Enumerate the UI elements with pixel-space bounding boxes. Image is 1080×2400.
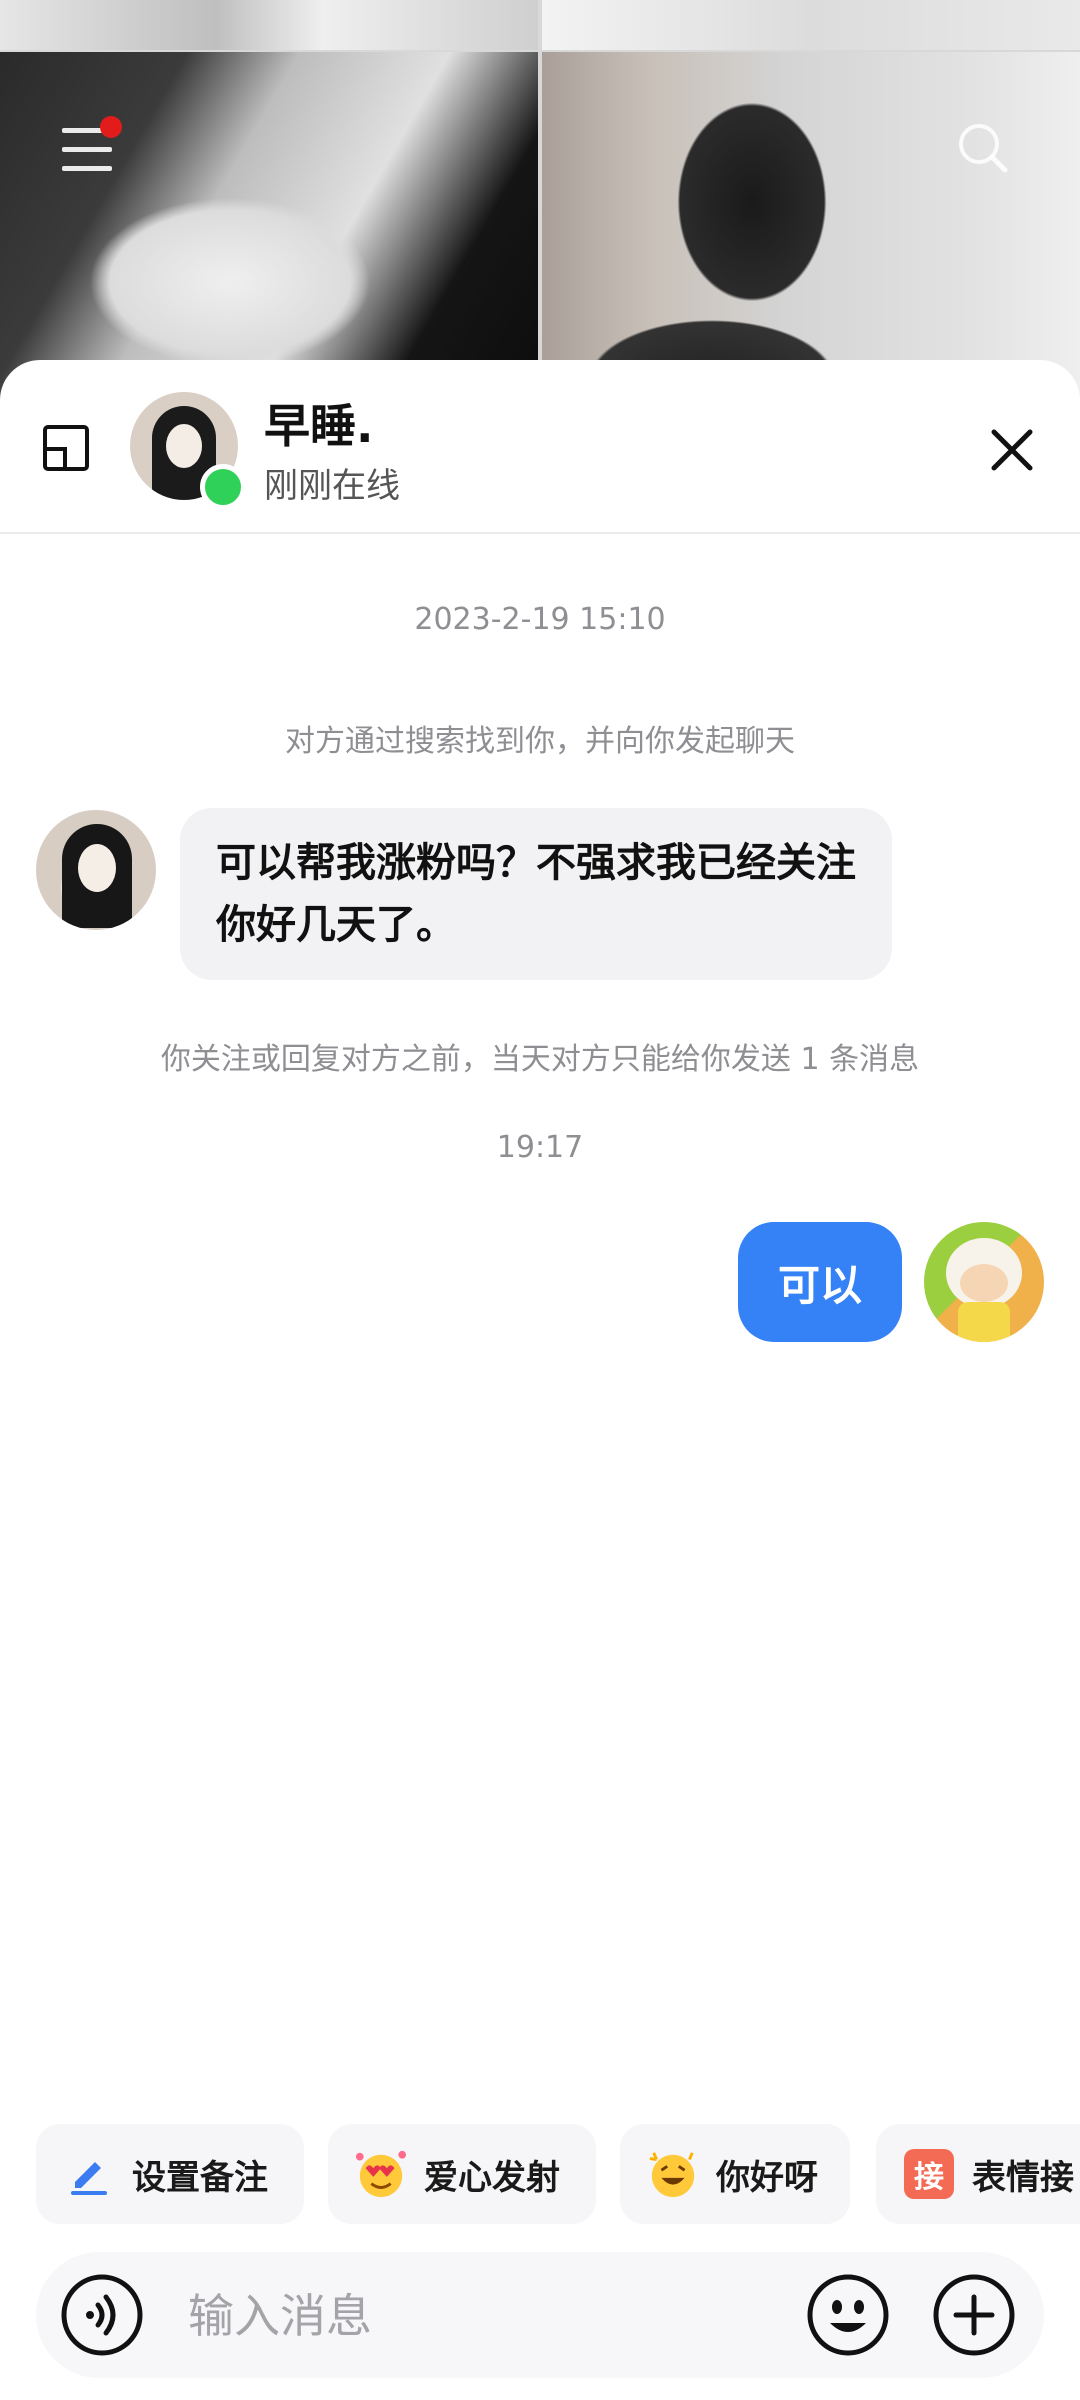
my-avatar[interactable] (924, 1222, 1044, 1342)
message-input[interactable] (186, 2276, 810, 2356)
heart-eyes-emoji-icon (354, 2147, 408, 2201)
edit-pen-icon (62, 2147, 116, 2201)
quick-action-label: 表情接 (972, 2157, 1074, 2198)
contact-name[interactable]: 早睡. (264, 390, 373, 456)
system-notice: 对方通过搜索找到你，并向你发起聊天 (285, 724, 795, 759)
notification-dot (100, 116, 122, 138)
close-icon[interactable] (988, 426, 1036, 474)
photo-tile (542, 0, 1080, 50)
quick-action-label: 设置备注 (132, 2157, 268, 2198)
chat-panel: 早睡. 刚刚在线 (0, 360, 1080, 2400)
message-timestamp: 2023-2-19 15:10 (414, 602, 666, 637)
message-input-bar (36, 2252, 1044, 2378)
minimize-window-icon[interactable] (42, 424, 90, 472)
quick-action-heart[interactable]: 爱心发射 (328, 2124, 596, 2224)
contact-avatar[interactable] (130, 392, 246, 510)
message-timestamp: 19:17 (496, 1130, 584, 1165)
system-notice: 你关注或回复对方之前，当天对方只能给你发送 1 条消息 (160, 1042, 920, 1077)
badge-text: 接 (904, 2149, 954, 2199)
photo-tile (0, 0, 538, 50)
chat-header: 早睡. 刚刚在线 (0, 360, 1080, 534)
jie-badge-icon: 接 (902, 2147, 956, 2201)
incoming-message-bubble[interactable]: 可以帮我涨粉吗？不强求我已经关注你好几天了。 (180, 808, 892, 980)
background-photo-grid (0, 0, 1080, 420)
search-icon[interactable] (955, 120, 1011, 176)
emoji-icon[interactable] (806, 2273, 890, 2357)
grinning-emoji-icon (646, 2147, 700, 2201)
quick-action-sticker-relay[interactable]: 接 表情接 (876, 2124, 1080, 2224)
contact-status: 刚刚在线 (264, 466, 400, 506)
quick-action-label: 你好呀 (716, 2157, 818, 2198)
online-status-dot (200, 464, 246, 510)
quick-action-label: 爱心发射 (424, 2157, 560, 2198)
plus-icon[interactable] (932, 2273, 1016, 2357)
sender-avatar[interactable] (36, 810, 156, 930)
quick-action-set-remark[interactable]: 设置备注 (36, 2124, 304, 2224)
quick-action-hello[interactable]: 你好呀 (620, 2124, 850, 2224)
voice-input-icon[interactable] (60, 2273, 144, 2357)
outgoing-message-bubble[interactable]: 可以 (738, 1222, 902, 1342)
